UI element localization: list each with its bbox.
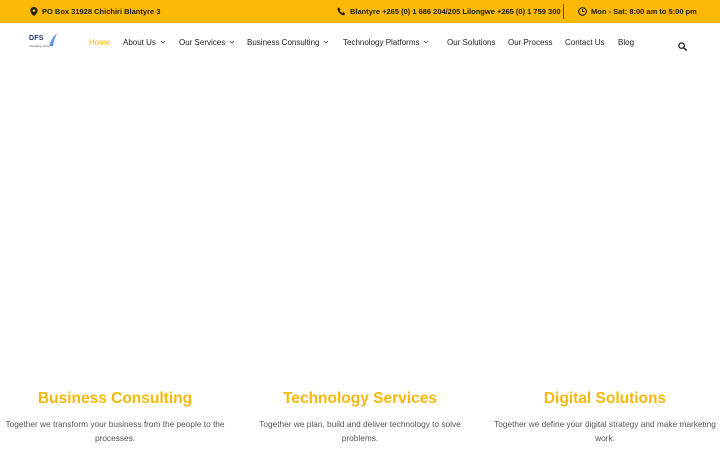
nav-item-contact-us[interactable]: Contact Us (565, 23, 605, 61)
phone-icon (337, 7, 346, 16)
main-navbar: DFS Consulting Group Home About Us Our S… (0, 23, 720, 61)
feature-title[interactable]: Digital Solutions (485, 390, 720, 408)
address-info: PO Box 31928 Chichiri Blantyre 3 (29, 0, 160, 23)
nav-item-label: Our Services (179, 37, 226, 47)
chevron-down-icon (229, 40, 235, 44)
feature-business-consulting: Business Consulting Together we transfor… (0, 390, 235, 445)
feature-title[interactable]: Business Consulting (0, 390, 235, 408)
feature-text: Together we define your digital strategy… (494, 419, 716, 443)
feature-text: Together we transform your business from… (5, 419, 225, 443)
logo-text: DFS (29, 35, 44, 42)
nav-item-technology-platforms[interactable]: Technology Platforms (343, 23, 429, 61)
hours-text: Mon - Sat: 8:00 am to 5:00 pm (591, 7, 697, 16)
search-button[interactable] (678, 38, 687, 51)
phone-text[interactable]: Blantyre +265 (0) 1 686 204/205 Lilongwe… (350, 7, 561, 16)
feature-digital-solutions: Digital Solutions Together we define you… (485, 390, 720, 445)
nav-item-label: About Us (123, 37, 156, 47)
nav-item-about-us[interactable]: About Us (123, 23, 166, 61)
logo-subtext: Consulting Group (29, 45, 50, 48)
feature-title[interactable]: Technology Services (240, 390, 480, 408)
nav-item-label: Technology Platforms (343, 37, 420, 47)
nav-item-label: Home (89, 37, 111, 47)
nav-item-label: Our Process (508, 37, 553, 47)
nav-item-label: Blog (618, 37, 635, 47)
nav-item-our-process[interactable]: Our Process (508, 23, 552, 61)
top-info-bar: PO Box 31928 Chichiri Blantyre 3 Blantyr… (0, 0, 720, 23)
address-text: PO Box 31928 Chichiri Blantyre 3 (42, 7, 161, 16)
search-icon (678, 42, 687, 51)
chevron-down-icon (160, 40, 166, 44)
hours-info: Mon - Sat: 8:00 am to 5:00 pm (578, 0, 697, 23)
chevron-down-icon (424, 40, 429, 44)
nav-item-label: Business Consulting (247, 37, 320, 47)
clock-icon (578, 7, 587, 16)
nav-item-our-solutions[interactable]: Our Solutions (447, 23, 495, 61)
phone-info: Blantyre +265 (0) 1 686 204/205 Lilongwe… (337, 0, 561, 23)
hero-banner (0, 61, 720, 381)
location-pin-icon (29, 7, 38, 16)
nav-item-home[interactable]: Home (89, 23, 110, 61)
topbar-divider (563, 4, 564, 19)
feature-text: Together we plan, build and deliver tech… (259, 419, 461, 443)
nav-item-business-consulting[interactable]: Business Consulting (247, 23, 329, 61)
nav-item-label: Contact Us (565, 37, 605, 47)
feature-technology-services: Technology Services Together we plan, bu… (240, 390, 480, 445)
nav-item-label: Our Solutions (447, 37, 496, 47)
nav-item-our-services[interactable]: Our Services (179, 23, 235, 61)
company-logo[interactable]: DFS Consulting Group (29, 33, 59, 51)
nav-item-blog[interactable]: Blog (618, 23, 634, 61)
chevron-down-icon (324, 40, 329, 44)
